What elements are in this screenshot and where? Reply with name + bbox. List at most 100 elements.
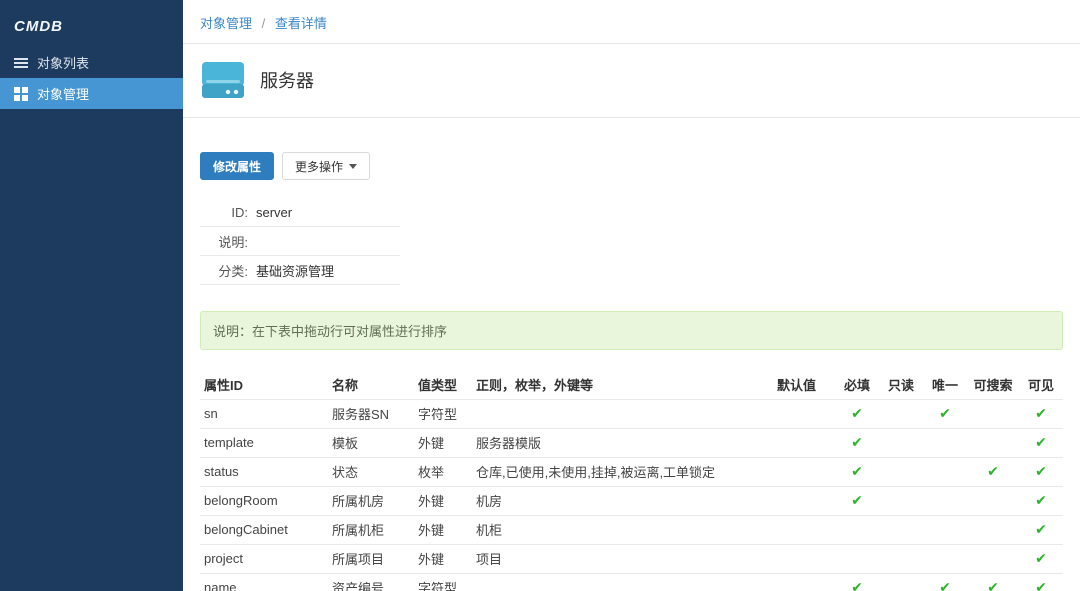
cell-default (773, 399, 835, 429)
header-default: 默认值 (773, 370, 835, 400)
cell-required-check: ✔ (835, 486, 879, 516)
header-searchable: 可搜索 (967, 370, 1019, 400)
cell-name: 模板 (328, 428, 414, 458)
sidebar-item-object-management[interactable]: 对象管理 (0, 78, 183, 109)
cell-attribute-id: project (200, 544, 328, 574)
table-row[interactable]: project 所属项目 外键 项目 ✔ (200, 544, 1063, 574)
header-name: 名称 (328, 370, 414, 400)
drag-sort-notice: 说明：在下表中拖动行可对属性进行排序 (200, 311, 1063, 350)
cell-readonly-check (879, 544, 923, 574)
header-unique: 唯一 (923, 370, 967, 400)
content-area: 修改属性 更多操作 ID: server 说明: 分类: 基础资源管理 说明：在… (183, 118, 1080, 591)
main-panel: 对象管理 / 查看详情 服务器 修改属性 更多操作 ID: server 说明:… (183, 0, 1080, 591)
cell-required-check: ✔ (835, 573, 879, 591)
breadcrumb-link-parent[interactable]: 对象管理 (200, 16, 252, 31)
cell-unique-check (923, 544, 967, 574)
cell-readonly-check (879, 428, 923, 458)
cell-type: 字符型 (414, 399, 472, 429)
cell-visible-check: ✔ (1019, 544, 1063, 574)
cell-rule: 项目 (472, 544, 773, 574)
sidebar: CMDB 对象列表 对象管理 (0, 0, 183, 591)
cell-visible-check: ✔ (1019, 515, 1063, 545)
cell-required-check: ✔ (835, 399, 879, 429)
object-details: ID: server 说明: 分类: 基础资源管理 (200, 198, 400, 285)
cell-default (773, 457, 835, 487)
cell-default (773, 515, 835, 545)
detail-row-id: ID: server (200, 198, 400, 227)
cell-searchable-check: ✔ (967, 457, 1019, 487)
object-header: 服务器 (183, 44, 1080, 118)
header-required: 必填 (835, 370, 879, 400)
detail-row-category: 分类: 基础资源管理 (200, 256, 400, 285)
table-row[interactable]: name 资产编号 字符型 ✔ ✔ ✔ ✔ (200, 573, 1063, 591)
grid-icon (14, 86, 28, 101)
sidebar-item-object-list[interactable]: 对象列表 (0, 47, 183, 78)
detail-value: 基础资源管理 (256, 263, 335, 279)
cell-unique-check (923, 515, 967, 545)
cell-searchable-check (967, 515, 1019, 545)
table-row[interactable]: status 状态 枚举 仓库,已使用,未使用,挂掉,被运离,工单锁定 ✔ ✔ … (200, 457, 1063, 487)
toolbar: 修改属性 更多操作 (200, 152, 1063, 180)
breadcrumb-separator: / (261, 16, 266, 31)
brand-logo: CMDB (14, 18, 63, 35)
detail-label: ID: (231, 204, 248, 220)
cell-unique-check (923, 428, 967, 458)
cell-attribute-id: name (200, 573, 328, 591)
header-rule: 正则，枚举，外键等 (472, 370, 773, 400)
breadcrumb-link-current[interactable]: 查看详情 (275, 16, 327, 31)
cell-type: 外键 (414, 544, 472, 574)
cell-visible-check: ✔ (1019, 486, 1063, 516)
cell-unique-check (923, 486, 967, 516)
server-icon (200, 59, 246, 101)
cell-type: 枚举 (414, 457, 472, 487)
cell-name: 资产编号 (328, 573, 414, 591)
caret-down-icon (349, 164, 358, 169)
cell-rule (472, 399, 773, 429)
cell-unique-check: ✔ (923, 573, 967, 591)
cell-rule: 机柜 (472, 515, 773, 545)
cell-rule: 服务器模版 (472, 428, 773, 458)
sidebar-item-label: 对象管理 (37, 87, 90, 102)
cell-attribute-id: sn (200, 399, 328, 429)
cell-name: 所属项目 (328, 544, 414, 574)
cell-required-check (835, 515, 879, 545)
cell-required-check (835, 544, 879, 574)
cell-name: 所属机柜 (328, 515, 414, 545)
attribute-table: 属性ID 名称 值类型 正则，枚举，外键等 默认值 必填 只读 唯一 可搜索 可… (200, 370, 1063, 591)
cell-default (773, 428, 835, 458)
table-row[interactable]: belongRoom 所属机房 外键 机房 ✔ ✔ (200, 486, 1063, 516)
cell-default (773, 544, 835, 574)
cell-attribute-id: belongRoom (200, 486, 328, 516)
cell-rule: 机房 (472, 486, 773, 516)
modify-attributes-button[interactable]: 修改属性 (200, 152, 275, 180)
cell-visible-check: ✔ (1019, 399, 1063, 429)
cell-name: 服务器SN (328, 399, 414, 429)
cell-required-check: ✔ (835, 428, 879, 458)
sidebar-item-label: 对象列表 (37, 56, 90, 71)
cell-readonly-check (879, 486, 923, 516)
cell-type: 字符型 (414, 573, 472, 591)
header-type: 值类型 (414, 370, 472, 400)
table-row[interactable]: template 模板 外键 服务器模版 ✔ ✔ (200, 428, 1063, 458)
cell-unique-check (923, 457, 967, 487)
header-attribute-id: 属性ID (200, 370, 328, 400)
table-row[interactable]: belongCabinet 所属机柜 外键 机柜 ✔ (200, 515, 1063, 545)
header-visible: 可见 (1019, 370, 1063, 400)
cell-searchable-check (967, 399, 1019, 429)
table-row[interactable]: sn 服务器SN 字符型 ✔ ✔ ✔ (200, 399, 1063, 429)
cell-searchable-check: ✔ (967, 573, 1019, 591)
cell-rule (472, 573, 773, 591)
cell-default (773, 486, 835, 516)
list-icon (14, 56, 28, 70)
cell-visible-check: ✔ (1019, 573, 1063, 591)
attribute-table-body: sn 服务器SN 字符型 ✔ ✔ ✔ template 模板 外键 服务器模版 … (200, 399, 1063, 591)
detail-label: 分类: (218, 263, 248, 279)
cell-default (773, 573, 835, 591)
cell-attribute-id: status (200, 457, 328, 487)
cell-readonly-check (879, 399, 923, 429)
more-actions-button[interactable]: 更多操作 (282, 152, 371, 180)
cell-name: 状态 (328, 457, 414, 487)
more-actions-label: 更多操作 (295, 159, 344, 174)
page-title: 服务器 (260, 71, 314, 91)
detail-row-description: 说明: (200, 227, 400, 256)
